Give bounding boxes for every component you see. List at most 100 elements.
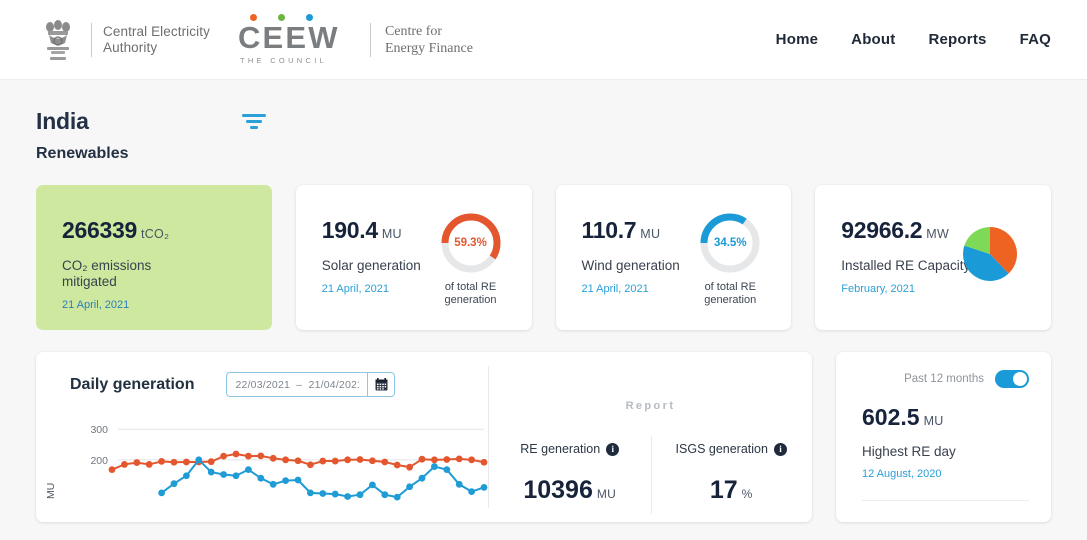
data-point[interactable] xyxy=(468,488,475,496)
past-12-months-toggle[interactable] xyxy=(995,370,1029,388)
isgs-generation-label: ISGS generation xyxy=(675,442,768,456)
co2-date: 21 April, 2021 xyxy=(62,299,130,311)
data-point[interactable] xyxy=(158,489,165,497)
data-point[interactable] xyxy=(307,461,314,469)
data-point[interactable] xyxy=(257,474,265,482)
data-point[interactable] xyxy=(269,480,277,488)
data-point[interactable] xyxy=(393,461,401,469)
solar-donut-label: 59.3% xyxy=(454,237,487,249)
data-point[interactable] xyxy=(183,472,190,480)
data-point[interactable] xyxy=(232,472,240,480)
nav-item-home[interactable]: Home xyxy=(776,31,818,48)
report-title: Report xyxy=(625,400,676,412)
capacity-number: 92966.2 xyxy=(841,217,923,243)
data-point[interactable] xyxy=(245,466,252,474)
data-point[interactable] xyxy=(108,466,116,474)
capacity-unit: MW xyxy=(926,227,950,241)
data-point[interactable] xyxy=(468,456,475,464)
data-point[interactable] xyxy=(220,471,228,478)
data-point[interactable] xyxy=(183,458,190,466)
data-point[interactable] xyxy=(121,461,128,468)
data-point[interactable] xyxy=(282,456,289,464)
data-point[interactable] xyxy=(406,483,413,491)
filter-bar-1 xyxy=(241,114,266,117)
data-point[interactable] xyxy=(480,483,488,491)
data-point[interactable] xyxy=(431,463,438,470)
nav-item-about[interactable]: About xyxy=(851,31,895,48)
data-point[interactable] xyxy=(232,450,240,458)
data-point[interactable] xyxy=(282,477,289,485)
data-point[interactable] xyxy=(344,456,351,464)
data-point[interactable] xyxy=(245,452,252,460)
report-columns: RE generation i 10396 MU ISGS generation … xyxy=(489,436,812,514)
kpi-card-solar[interactable]: 190.4 MU Solar generation 21 April, 2021 … xyxy=(295,185,532,330)
data-point[interactable] xyxy=(443,466,451,474)
data-point[interactable] xyxy=(294,457,302,465)
data-point[interactable] xyxy=(269,454,277,462)
re-generation-unit: MU xyxy=(596,487,617,501)
cea-brand: Central Electricity Authority xyxy=(36,14,210,66)
data-point[interactable] xyxy=(133,459,141,466)
data-point[interactable] xyxy=(431,456,438,464)
data-point[interactable] xyxy=(319,490,327,497)
kpi-card-installed-capacity[interactable]: 92966.2 MW Installed RE Capacity February… xyxy=(815,185,1051,330)
data-point[interactable] xyxy=(331,490,339,498)
data-point[interactable] xyxy=(418,474,426,482)
data-point[interactable] xyxy=(207,468,215,476)
data-point[interactable] xyxy=(406,463,413,471)
data-point[interactable] xyxy=(294,476,302,484)
cea-line-2: Authority xyxy=(103,39,158,55)
data-point[interactable] xyxy=(307,489,314,497)
kpi-card-wind[interactable]: 110.7 MU Wind generation 21 April, 2021 3… xyxy=(555,185,792,330)
y-axis-label: MU xyxy=(45,483,57,499)
data-point[interactable] xyxy=(455,480,463,488)
re-generation-label: RE generation xyxy=(520,442,601,456)
data-point[interactable] xyxy=(145,461,153,468)
brand-divider xyxy=(91,22,92,57)
wind-donut-wrap: 34.5% of total RE generation xyxy=(693,211,767,307)
highest-re-value: 602.5 MU xyxy=(862,404,1029,431)
data-point[interactable] xyxy=(356,491,364,499)
co2-label: CO₂ emissions mitigated xyxy=(62,258,152,289)
kpi-card-co2[interactable]: 266339 tCO₂ CO₂ emissions mitigated 21 Ap… xyxy=(36,185,272,330)
highest-re-day-panel: Past 12 months 602.5 MU Highest RE day 12… xyxy=(836,352,1051,522)
nav-item-faq[interactable]: FAQ xyxy=(1020,31,1051,48)
data-point[interactable] xyxy=(257,452,265,460)
ceew-tagline: THE COUNCIL xyxy=(239,56,328,65)
data-point[interactable] xyxy=(381,491,389,499)
calendar-button[interactable] xyxy=(367,372,396,397)
date-range-control xyxy=(226,372,396,397)
data-point[interactable] xyxy=(393,493,401,501)
data-point[interactable] xyxy=(319,457,327,465)
info-icon[interactable]: i xyxy=(773,442,787,456)
data-point[interactable] xyxy=(207,458,215,466)
data-point[interactable] xyxy=(170,480,178,488)
data-point[interactable] xyxy=(455,455,463,463)
data-point[interactable] xyxy=(480,458,488,466)
data-point[interactable] xyxy=(356,456,364,463)
title-row: India xyxy=(36,108,1051,135)
data-point[interactable] xyxy=(331,457,339,465)
data-point[interactable] xyxy=(195,456,203,464)
data-point[interactable] xyxy=(443,456,451,463)
data-point[interactable] xyxy=(381,458,389,466)
data-point[interactable] xyxy=(220,452,228,460)
data-point[interactable] xyxy=(369,457,376,465)
info-icon[interactable]: i xyxy=(606,442,620,456)
filter-bar-2 xyxy=(245,120,262,123)
page-titlebar: India Renewables xyxy=(0,80,1087,163)
data-point[interactable] xyxy=(344,493,351,500)
date-range-input[interactable] xyxy=(226,372,368,397)
cef-name: Centre for Energy Finance xyxy=(385,23,473,57)
data-point[interactable] xyxy=(158,457,165,465)
data-point[interactable] xyxy=(369,481,376,489)
daily-generation-panel: Daily generation 22/03/2021 – 21/04/2021… xyxy=(36,352,812,522)
page-subtitle: Renewables xyxy=(36,145,129,162)
lower-panel-row: Daily generation 22/03/2021 – 21/04/2021… xyxy=(0,330,1087,522)
data-point[interactable] xyxy=(170,458,178,466)
filter-icon[interactable] xyxy=(241,112,267,132)
data-point[interactable] xyxy=(418,455,426,463)
site-header: Central Electricity Authority CEEW THE C… xyxy=(0,0,1087,80)
y-axis-tick: 200 xyxy=(90,455,108,467)
nav-item-reports[interactable]: Reports xyxy=(928,31,986,48)
